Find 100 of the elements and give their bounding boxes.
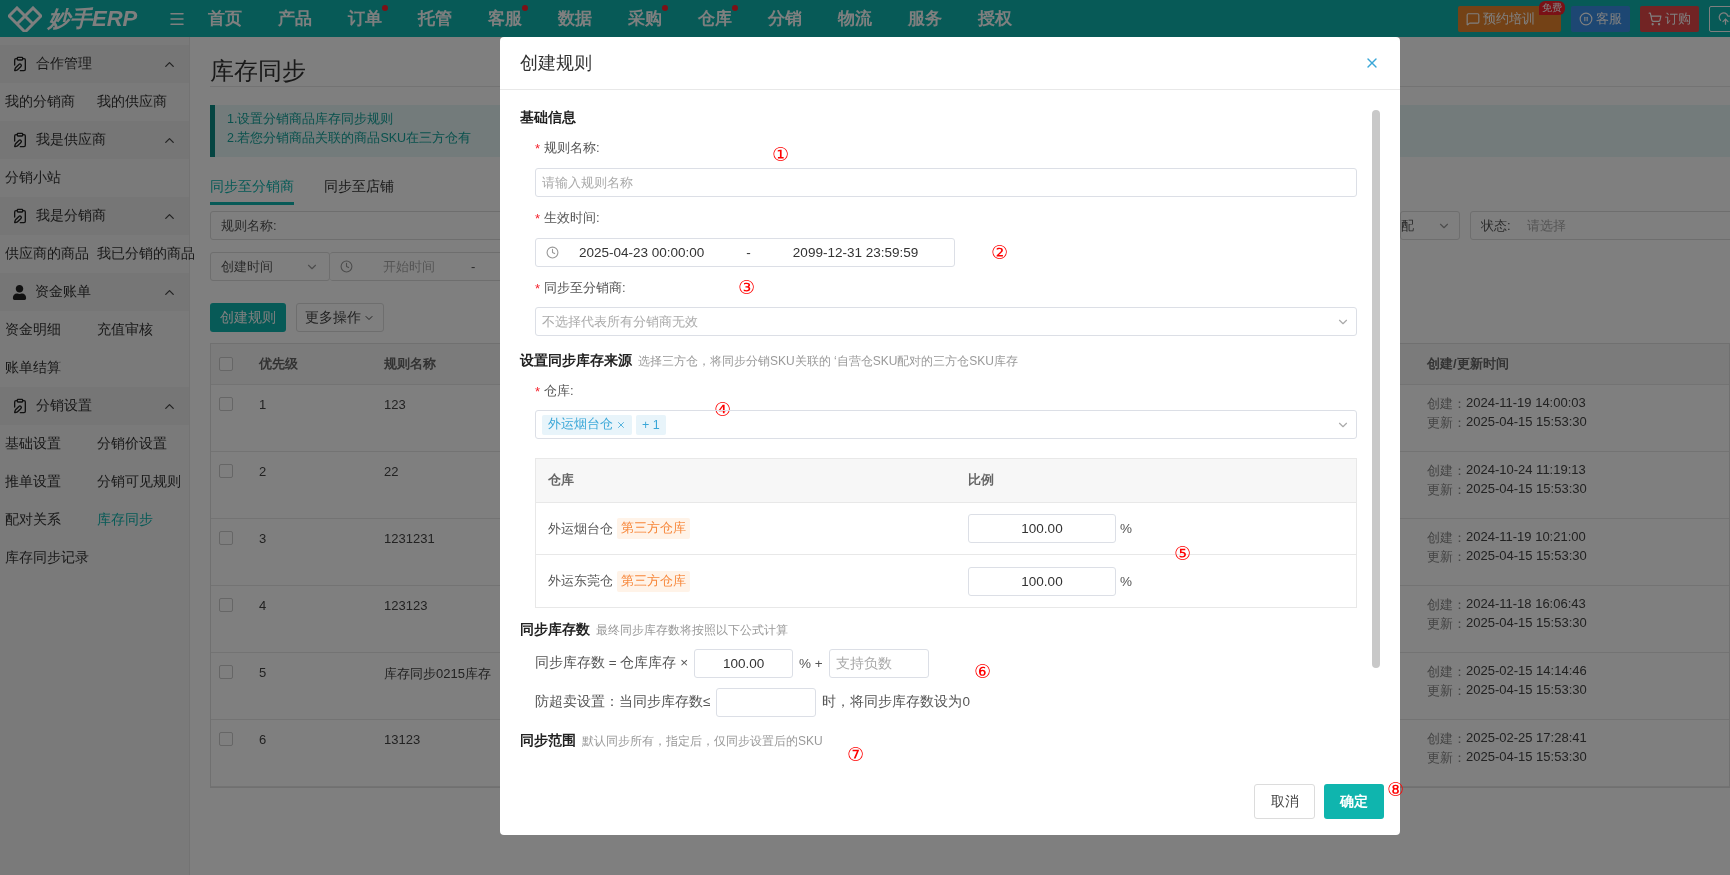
more-actions-button[interactable]: 更多操作 — [296, 303, 384, 332]
ratio-input[interactable]: 100.00 — [694, 648, 794, 678]
offset-input[interactable]: 支持负数 — [828, 648, 929, 678]
created-time: 2024-11-19 14:00:03 — [1466, 395, 1586, 412]
notice-text: 2.若您分销商品关联的商品SKU在三方仓有 — [227, 130, 472, 147]
oversell-label: 防超卖设置：当同步库存数≤ — [535, 693, 711, 711]
nav-item[interactable]: 产品 — [278, 7, 348, 30]
checkbox[interactable] — [219, 598, 233, 612]
rule-name-input[interactable]: 请输入规则名称 — [535, 168, 1357, 197]
required-asterisk: * — [535, 140, 541, 156]
section-hint: 最终同步库存数将按照以下公式计算 — [596, 622, 788, 639]
formula-operator: % + — [799, 655, 823, 671]
logo-icon — [8, 5, 42, 32]
ratio-input[interactable]: 100.00 — [968, 514, 1116, 543]
column-header: 仓库 — [536, 459, 956, 503]
sidebar-group-header[interactable]: 分销设置 — [0, 387, 189, 425]
ratio-input[interactable]: 100.00 — [968, 566, 1116, 596]
cancel-button[interactable]: 取消 — [1254, 784, 1315, 819]
required-asterisk: * — [535, 280, 541, 296]
created-label: 创建： — [1427, 462, 1466, 480]
status-label: 状态: — [1481, 216, 1511, 235]
column-header: 创建/更新时间 — [1419, 344, 1729, 385]
warehouse-tag[interactable]: + 1 — [636, 414, 666, 435]
sidebar-group-header[interactable]: 我是分销商 — [0, 197, 189, 235]
nav-item[interactable]: 仓库 — [698, 7, 768, 30]
percent-unit: % — [1120, 573, 1132, 589]
nav-item[interactable]: 授权 — [978, 7, 1048, 30]
free-badge: 免费 — [1539, 0, 1565, 15]
sidebar-item[interactable]: 我已分销的商品 — [97, 235, 195, 273]
nav-item[interactable]: 分销 — [768, 7, 838, 30]
clipboard-icon — [12, 132, 28, 148]
table-cell: 1 — [251, 385, 376, 452]
sidebar-item[interactable]: 库存同步记录 — [5, 539, 97, 577]
oversell-suffix: 时，将同步库存数设为0 — [822, 693, 970, 711]
checkbox[interactable] — [219, 665, 233, 679]
created-time: 2024-11-19 10:21:00 — [1466, 529, 1586, 546]
nav-item[interactable]: 物流 — [838, 7, 908, 30]
order-button[interactable]: 订购 — [1640, 5, 1699, 32]
create-rule-button[interactable]: 创建规则 — [210, 303, 286, 332]
nav-item[interactable]: 客服 — [488, 7, 558, 30]
section-title: 基础信息 — [520, 109, 576, 127]
sidebar-item[interactable]: 库存同步 — [97, 501, 195, 539]
nav-item[interactable]: 数据 — [558, 7, 628, 30]
nav-item[interactable]: 采购 — [628, 7, 698, 30]
created-label: 创建： — [1427, 529, 1466, 547]
sidebar-item[interactable]: 配对关系 — [5, 501, 97, 539]
field-label: 规则名称: — [544, 139, 600, 157]
sidebar-item[interactable]: 充值审核 — [97, 311, 195, 349]
notice-text: 1.设置分销商品库存同步规则 — [227, 111, 394, 128]
created-time: 2024-10-24 11:19:13 — [1466, 462, 1586, 479]
remove-icon[interactable] — [616, 419, 626, 430]
sidebar-item[interactable]: 分销可见规则 — [97, 463, 195, 501]
section-title: 同步库存数 — [520, 621, 590, 639]
distributor-select[interactable]: 不选择代表所有分销商无效 — [535, 307, 1357, 336]
nav-item[interactable]: 服务 — [908, 7, 978, 30]
sidebar-item[interactable]: 账单结算 — [5, 349, 97, 387]
field-label: 同步至分销商: — [544, 279, 626, 297]
match-select[interactable]: 配 — [1400, 211, 1460, 240]
sidebar-item[interactable]: 我的分销商 — [5, 83, 97, 121]
checkbox[interactable] — [219, 464, 233, 478]
updated-time: 2025-04-15 15:53:30 — [1466, 749, 1587, 766]
tab[interactable]: 同步至分销商 — [210, 178, 294, 205]
clipboard-icon — [12, 56, 28, 72]
service-button[interactable]: 客服 — [1571, 5, 1630, 32]
sidebar-item[interactable]: 分销小站 — [5, 159, 97, 197]
clock-icon — [546, 246, 559, 259]
sidebar-item[interactable]: 供应商的商品 — [5, 235, 97, 273]
sidebar-item[interactable]: 推单设置 — [5, 463, 97, 501]
sidebar-item[interactable]: 分销价设置 — [97, 425, 195, 463]
time-type-select[interactable]: 创建时间 — [210, 252, 330, 281]
sidebar-item[interactable]: 我的供应商 — [97, 83, 195, 121]
sidebar-group-header[interactable]: 我是供应商 — [0, 121, 189, 159]
checkbox[interactable] — [219, 357, 233, 371]
tab[interactable]: 同步至店铺 — [324, 178, 394, 205]
sidebar-item[interactable]: 资金明细 — [5, 311, 97, 349]
confirm-button[interactable]: 确定 — [1324, 784, 1384, 819]
formula-label: 同步库存数 = 仓库库存 × — [535, 654, 689, 672]
warehouse-type-tag: 第三方仓库 — [617, 518, 690, 539]
checkbox[interactable] — [219, 531, 233, 545]
created-label: 创建： — [1427, 730, 1466, 748]
cloud-upload-icon — [1718, 11, 1730, 26]
warehouse-tag[interactable]: 外运烟台仓 — [542, 414, 632, 435]
sidebar-group-header[interactable]: 合作管理 — [0, 45, 189, 83]
nav-item[interactable]: 订单 — [348, 7, 418, 30]
oversell-threshold-input[interactable] — [716, 687, 817, 717]
range-separator: - — [471, 259, 476, 274]
sidebar-group-header[interactable]: 资金账单 — [0, 273, 189, 311]
clipboard-icon — [12, 398, 28, 414]
checkbox[interactable] — [219, 397, 233, 411]
created-label: 创建： — [1427, 663, 1466, 681]
checkbox[interactable] — [219, 732, 233, 746]
table-cell: 3 — [251, 519, 376, 586]
section-hint: 选择三方仓，将同步分销SKU关联的 ‘自营仓SKU配对的三方仓SKU库存 — [638, 353, 1019, 370]
nav-item[interactable]: 首页 — [208, 7, 278, 30]
scrollbar[interactable] — [1372, 110, 1380, 668]
section-hint: 默认同步所有，指定后，仅同步设置后的SKU — [582, 733, 823, 750]
annotation-number: ② — [991, 243, 1009, 263]
sidebar-item[interactable]: 基础设置 — [5, 425, 97, 463]
nav-item[interactable]: 托管 — [418, 7, 488, 30]
created-time: 2025-02-25 17:28:41 — [1466, 730, 1587, 747]
